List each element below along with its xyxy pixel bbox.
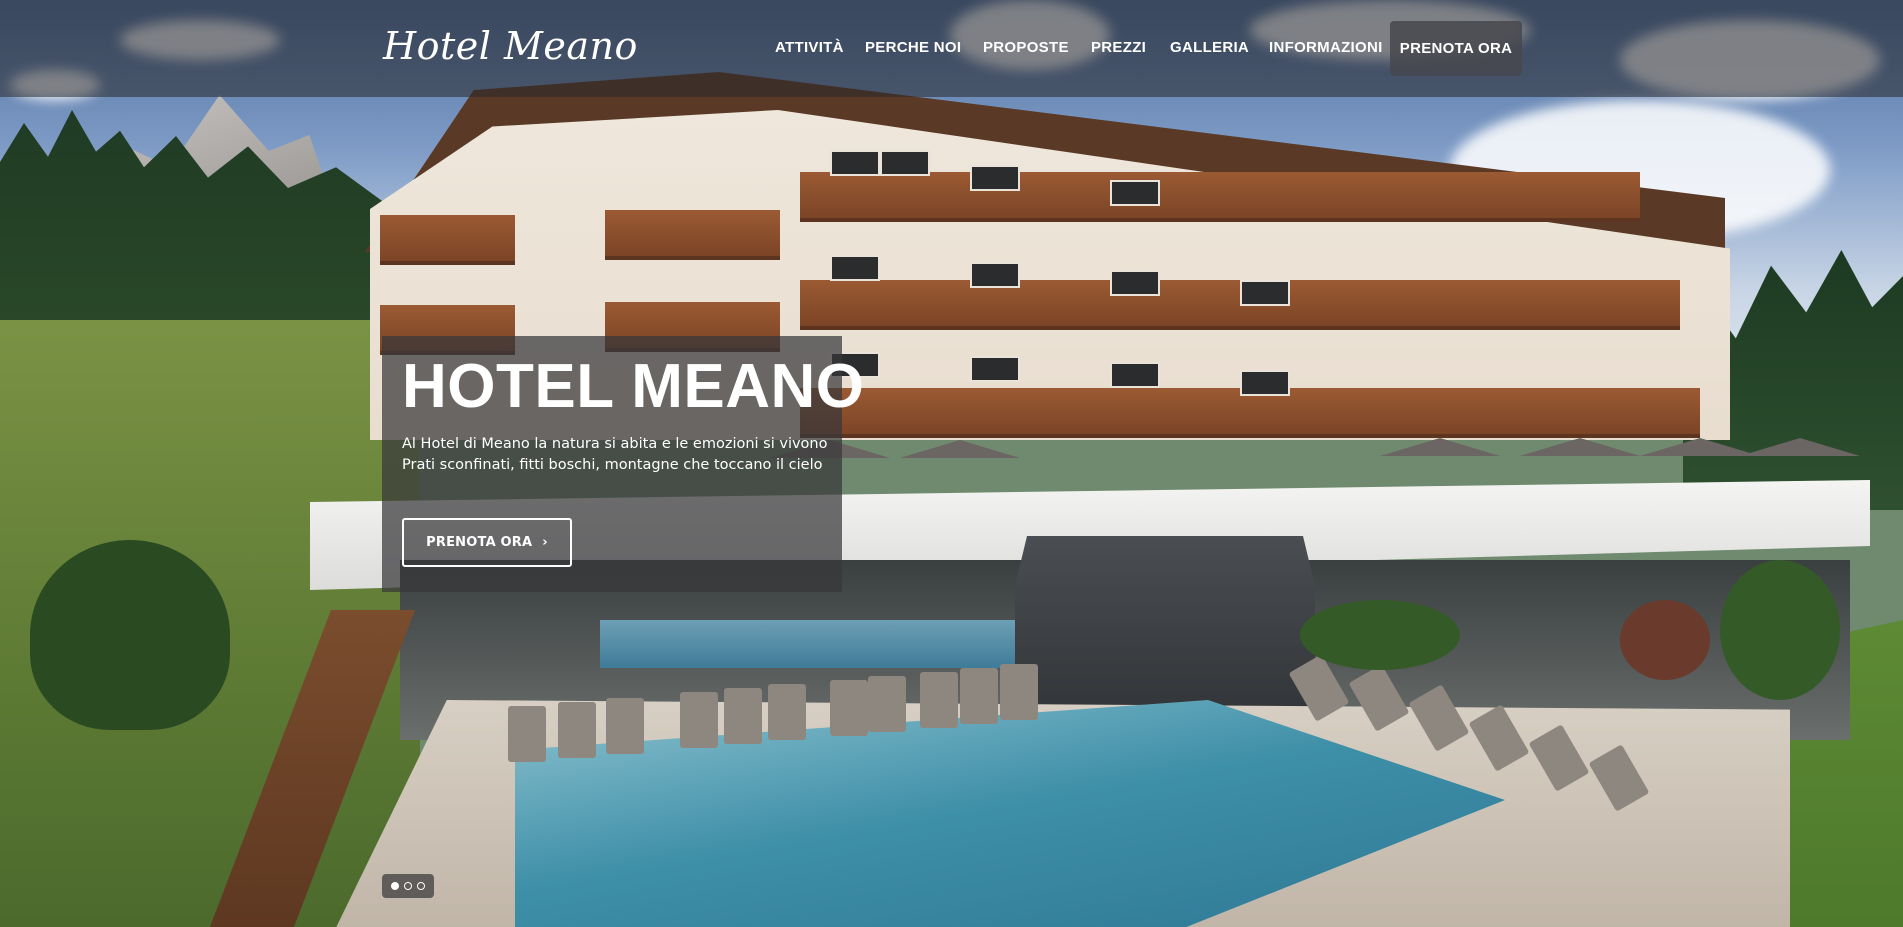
hero-background-image [0,0,1903,927]
window [1110,270,1160,296]
window [880,150,930,176]
sun-lounger [508,706,546,762]
balcony [380,215,515,265]
slider-dot-3[interactable] [417,882,425,890]
window [970,165,1020,191]
sun-lounger [606,698,644,754]
balcony [800,172,1640,222]
nav-item-attivita[interactable]: ATTIVITÀ [775,39,844,56]
nav-item-proposte[interactable]: PROPOSTE [983,39,1069,56]
umbrella [1520,438,1640,456]
nav-item-informazioni[interactable]: INFORMAZIONI [1269,39,1383,56]
sun-lounger [680,692,718,748]
hero-description-line: Prati sconfinati, fitti boschi, montagne… [402,457,823,473]
window [970,356,1020,382]
hero-book-button[interactable]: PRENOTA ORA › [402,518,572,567]
umbrella [900,440,1020,458]
indoor-pool [600,620,1020,668]
sun-lounger [558,702,596,758]
slider-dot-1[interactable] [391,882,399,890]
shrub [1300,600,1460,670]
sun-lounger [768,684,806,740]
window [1110,362,1160,388]
site-header: Hotel Meano ATTIVITÀ PERCHE NOI PROPOSTE… [0,0,1903,97]
chevron-right-icon: › [542,535,548,550]
sun-lounger [724,688,762,744]
hero-caption: HOTEL MEANO Al Hotel di Meano la natura … [382,336,864,592]
sun-lounger [920,672,958,728]
umbrella [1380,438,1500,456]
sun-lounger [830,680,868,736]
shrub [1620,600,1710,680]
window [830,150,880,176]
hotel-logo[interactable]: Hotel Meano [383,24,638,68]
balcony [605,210,780,260]
hero-title: HOTEL MEANO [402,352,865,421]
hero-book-button-label: PRENOTA ORA [426,535,533,550]
nav-item-galleria[interactable]: GALLERIA [1170,39,1249,56]
window [830,255,880,281]
slider-dot-2[interactable] [404,882,412,890]
hero-description: Al Hotel di Meano la natura si abita e l… [402,434,832,476]
shrub [1720,560,1840,700]
sun-lounger [868,676,906,732]
window [1240,370,1290,396]
sun-lounger [960,668,998,724]
slider-pagination [382,874,434,898]
window [1240,280,1290,306]
nav-item-perche-noi[interactable]: PERCHE NOI [865,39,961,56]
hero-description-line: Al Hotel di Meano la natura si abita e l… [402,436,828,452]
window [1110,180,1160,206]
nav-item-prezzi[interactable]: PREZZI [1091,39,1146,56]
window [970,262,1020,288]
sun-lounger [1000,664,1038,720]
book-now-button[interactable]: PRENOTA ORA [1390,21,1522,76]
tree [30,540,230,730]
